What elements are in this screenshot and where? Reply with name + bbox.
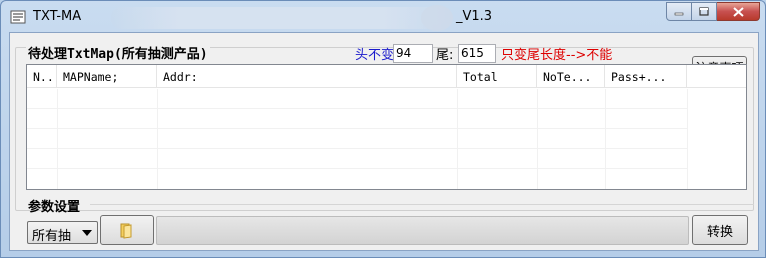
window-title: TXT-MA xyxy=(33,9,82,24)
txtmap-list[interactable]: N.. MAPName; Addr: Total NoTe... Pass+..… xyxy=(26,64,747,190)
close-icon xyxy=(732,6,744,17)
grid-line xyxy=(157,89,158,189)
grid-line xyxy=(687,89,688,189)
grid-line xyxy=(457,89,458,189)
grid-line xyxy=(27,148,687,149)
tail-note-label: 只变尾长度-->不能 xyxy=(501,48,613,63)
tail-label: 尾: xyxy=(436,48,454,63)
list-body xyxy=(27,89,746,189)
title-redaction xyxy=(111,7,451,29)
grid-line xyxy=(27,128,687,129)
column-header-note[interactable]: NoTe... xyxy=(537,65,605,87)
chevron-down-icon xyxy=(82,230,92,236)
maximize-icon xyxy=(699,7,709,16)
head-label: 头不变 xyxy=(355,48,395,63)
txtmap-group-title: 待处理TxtMap(所有抽测产品) xyxy=(26,43,210,62)
open-folder-button[interactable] xyxy=(100,215,154,245)
column-header-no[interactable]: N.. xyxy=(27,65,57,87)
tail-input[interactable]: 615 xyxy=(458,44,496,63)
minimize-button[interactable] xyxy=(666,2,692,21)
scope-dropdown[interactable]: 所有抽 xyxy=(27,221,98,244)
main-window: TXT-MA _V1.3 待处理TxtMap(所有抽测产品) 头不变 94 尾:… xyxy=(0,0,766,258)
minimize-icon xyxy=(674,12,684,15)
scope-dropdown-value: 所有抽 xyxy=(32,229,72,244)
title-bar[interactable]: TXT-MA _V1.3 xyxy=(1,1,765,33)
column-header-total[interactable]: Total xyxy=(457,65,537,87)
grid-line xyxy=(537,89,538,189)
title-redaction-2 xyxy=(421,5,453,31)
grid-line xyxy=(57,89,58,189)
column-header-filler xyxy=(687,65,745,87)
grid-line xyxy=(27,108,687,109)
column-header-addr[interactable]: Addr: xyxy=(157,65,457,87)
grid-line xyxy=(605,89,606,189)
close-button[interactable] xyxy=(717,2,760,21)
params-section-title: 参数设置 xyxy=(28,200,81,215)
client-area: 待处理TxtMap(所有抽测产品) 头不变 94 尾: 615 只变尾长度-->… xyxy=(9,32,759,251)
maximize-button[interactable] xyxy=(692,2,717,21)
list-header: N.. MAPName; Addr: Total NoTe... Pass+..… xyxy=(27,65,746,88)
folder-icon xyxy=(120,223,132,239)
convert-button[interactable]: 转换 xyxy=(692,215,748,245)
params-divider xyxy=(90,204,754,205)
caption-buttons xyxy=(666,2,760,21)
progress-bar xyxy=(156,216,689,245)
column-header-mapname[interactable]: MAPName; xyxy=(57,65,157,87)
window-title-version: _V1.3 xyxy=(456,9,493,24)
head-input[interactable]: 94 xyxy=(393,44,433,63)
column-header-pass[interactable]: Pass+... xyxy=(605,65,687,87)
grid-line xyxy=(27,168,687,169)
app-icon xyxy=(10,10,26,24)
